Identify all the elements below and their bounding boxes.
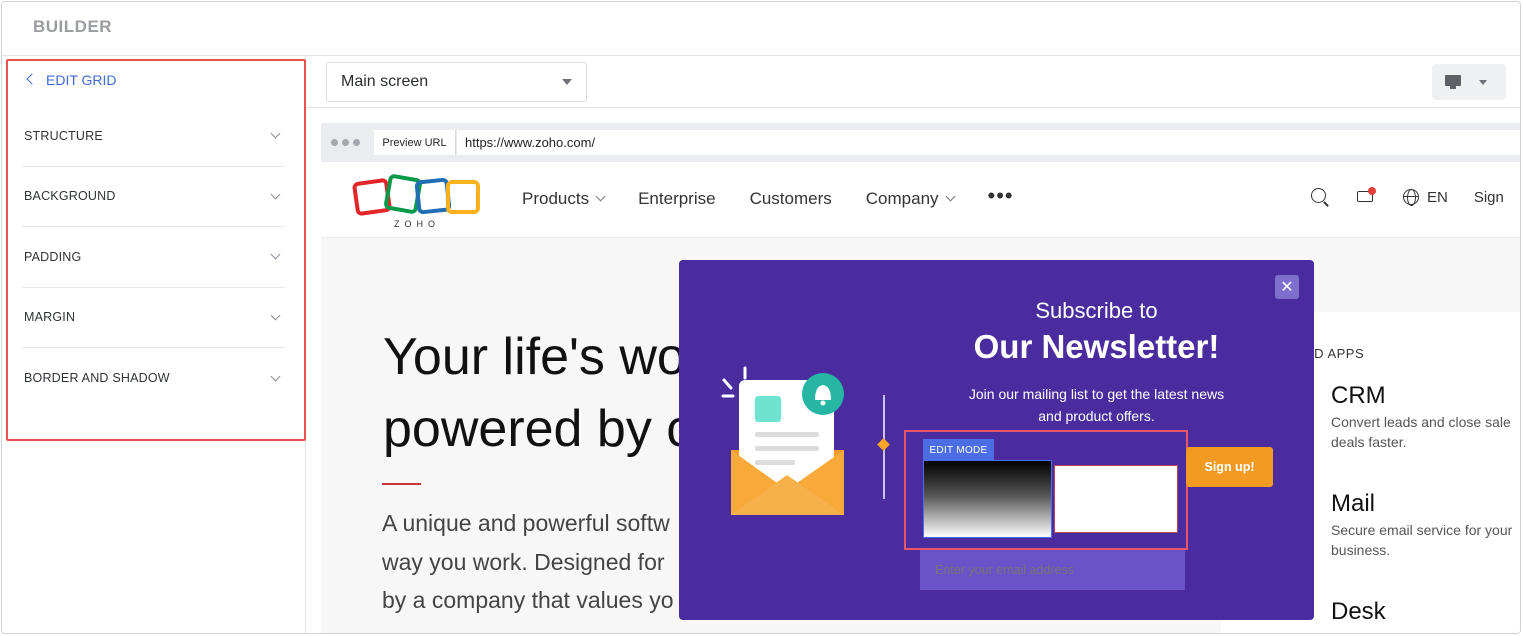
preview-url-field[interactable]: https://www.zoho.com/ <box>457 130 1520 155</box>
edit-grid-back-link[interactable]: EDIT GRID <box>26 72 117 88</box>
accordion-padding[interactable]: PADDING <box>22 227 285 288</box>
accordion-margin[interactable]: MARGIN <box>22 288 285 348</box>
email-field[interactable] <box>920 550 1185 590</box>
page-title: BUILDER <box>33 17 113 36</box>
hero-divider <box>382 483 421 485</box>
screen-select-value: Main screen <box>341 73 429 90</box>
chevron-down-icon <box>270 189 281 200</box>
signup-button[interactable]: Sign up! <box>1186 447 1273 487</box>
top-header: BUILDER <box>2 2 1520 56</box>
chevron-down-icon <box>595 191 606 202</box>
site-nav-right: EN Sign <box>1311 187 1504 207</box>
settings-panel: EDIT GRID STRUCTURE BACKGROUND PADDING M… <box>2 56 306 633</box>
app-mail[interactable]: Mail Secure email service for your busin… <box>1331 490 1520 560</box>
zoho-logo: ZOHO <box>352 174 480 229</box>
app-desk[interactable]: Desk <box>1331 598 1520 626</box>
accordion-label: PADDING <box>24 249 82 264</box>
accordion-list: STRUCTURE BACKGROUND PADDING MARGIN BORD… <box>22 106 285 409</box>
nav-company[interactable]: Company <box>866 189 955 209</box>
chevron-down-icon <box>270 128 281 139</box>
language-selector[interactable]: EN <box>1403 189 1448 206</box>
chevron-down-icon <box>270 249 281 260</box>
device-select-button[interactable] <box>1432 64 1506 100</box>
accordion-label: STRUCTURE <box>24 128 103 143</box>
screen-select-dropdown[interactable]: Main screen <box>326 62 587 102</box>
popup-description: Join our mailing list to get the latest … <box>968 386 1225 424</box>
signin-link[interactable]: Sign <box>1474 189 1504 206</box>
monitor-icon <box>1445 74 1461 90</box>
edit-mode-badge: EDIT MODE <box>923 439 994 461</box>
preview-browser: Preview URL https://www.zoho.com/ ZOHO P… <box>321 123 1520 633</box>
edit-mode-frame[interactable]: EDIT MODE <box>904 430 1188 550</box>
accordion-border-shadow[interactable]: BORDER AND SHADOW <box>22 348 285 409</box>
app-window: BUILDER EDIT GRID STRUCTURE BACKGROUND P… <box>1 1 1521 634</box>
hero-subtext: A unique and powerful softw way you work… <box>382 510 674 613</box>
nav-products[interactable]: Products <box>522 189 606 209</box>
chevron-down-icon <box>270 310 281 321</box>
svg-text:ZOHO: ZOHO <box>394 219 440 229</box>
accordion-structure[interactable]: STRUCTURE <box>22 106 285 167</box>
caret-down-icon <box>562 79 572 85</box>
window-dots <box>331 139 360 146</box>
accordion-label: BACKGROUND <box>24 189 116 204</box>
chevron-left-icon <box>26 73 38 85</box>
accordion-label: MARGIN <box>24 310 76 325</box>
preview-toolbar: Main screen <box>307 56 1520 108</box>
accordion-label: BORDER AND SHADOW <box>24 371 170 386</box>
site-nav-links: Products Enterprise Customers Company ••… <box>522 183 1014 209</box>
nav-customers[interactable]: Customers <box>750 189 832 209</box>
newsletter-popup: ✕ Subscribe to Our Newsletter! Join our … <box>679 260 1314 620</box>
close-icon[interactable]: ✕ <box>1275 275 1299 299</box>
chevron-down-icon <box>945 191 955 202</box>
edit-grid-label: EDIT GRID <box>46 72 117 88</box>
accordion-background[interactable]: BACKGROUND <box>22 167 285 227</box>
nav-enterprise[interactable]: Enterprise <box>638 189 715 209</box>
app-crm[interactable]: CRM Convert leads and close sale deals f… <box>1331 382 1520 452</box>
preview-url-bar: Preview URL https://www.zoho.com/ <box>321 123 1520 162</box>
envelope-bell-illustration <box>721 366 844 515</box>
announcement-icon[interactable] <box>1355 187 1377 206</box>
popup-title-small: Subscribe to <box>1035 298 1158 323</box>
empty-grid-cell[interactable] <box>1054 465 1178 533</box>
search-icon[interactable] <box>1311 188 1329 207</box>
gradient-grid-cell[interactable] <box>923 460 1052 538</box>
site-navbar: ZOHO Products Enterprise Customers Compa… <box>321 162 1520 238</box>
language-label: EN <box>1427 188 1448 206</box>
popup-title-big: Our Newsletter! <box>973 328 1220 365</box>
nav-more[interactable]: ••• <box>988 183 1014 209</box>
caret-down-icon <box>1479 79 1487 85</box>
preview-url-label: Preview URL <box>374 130 456 155</box>
globe-icon <box>1403 189 1419 206</box>
website-preview: ZOHO Products Enterprise Customers Compa… <box>321 162 1520 633</box>
chevron-down-icon <box>270 371 281 382</box>
